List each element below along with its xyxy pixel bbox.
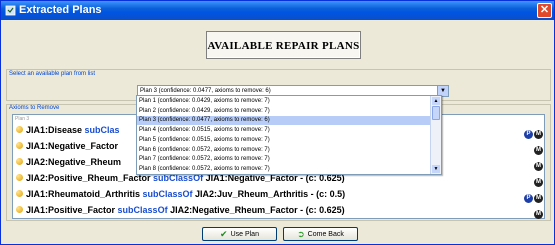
- close-icon[interactable]: ✕: [537, 3, 552, 18]
- bullet-icon: [16, 206, 23, 213]
- axiom-left: JIA1:Negative_Factor: [26, 141, 119, 151]
- page-title: AVAILABLE REPAIR PLANS: [206, 31, 361, 59]
- window-icon: [5, 5, 16, 16]
- axiom-left: JIA1:Positive_Factor: [26, 205, 118, 215]
- bullet-icon: [16, 158, 23, 165]
- check-icon: ✔: [220, 229, 228, 239]
- dropdown-option[interactable]: Plan 4 (confidence: 0.0515, axioms to re…: [137, 126, 430, 135]
- m-badge-icon[interactable]: M: [534, 146, 543, 155]
- scroll-thumb[interactable]: [432, 106, 440, 120]
- title-bar[interactable]: Extracted Plans ✕: [1, 1, 554, 20]
- window-title: Extracted Plans: [19, 4, 102, 16]
- plan-select-label: Select an available plan from list: [9, 71, 96, 77]
- extracted-plans-window: Extracted Plans ✕ AVAILABLE REPAIR PLANS…: [0, 0, 555, 245]
- dropdown-option[interactable]: Plan 3 (confidence: 0.0477, axioms to re…: [137, 116, 430, 126]
- scroll-up-icon[interactable]: ▲: [432, 97, 440, 105]
- dropdown-option[interactable]: Plan 8 (confidence: 0.0572, axioms to re…: [137, 165, 430, 174]
- bullet-icon: [16, 126, 23, 133]
- m-badge-icon[interactable]: M: [534, 162, 543, 171]
- axiom-badges: PM: [523, 189, 543, 203]
- come-back-label: Come Back: [307, 231, 344, 238]
- m-badge-icon[interactable]: M: [534, 194, 543, 203]
- dropdown-scrollbar[interactable]: ▲ ▼: [430, 96, 441, 174]
- axioms-list-header: Plan 3: [15, 116, 30, 122]
- axiom-badges: M: [533, 173, 543, 187]
- axiom-badges: M: [533, 157, 543, 171]
- come-back-button[interactable]: ➲ Come Back: [283, 227, 358, 241]
- back-arrow-icon: ➲: [297, 229, 305, 239]
- axiom-left: JIA2:Negative_Rheum: [26, 157, 122, 167]
- axiom-right: JIA2:Juv_Rheum_Arthritis - (c: 0.5): [192, 189, 346, 199]
- axiom-right: JIA2:Negative_Rheum_Factor - (c: 0.625): [167, 205, 345, 215]
- axiom-row[interactable]: JIA1:Rheumatoid_Arthritis subClassOf JIA…: [16, 187, 543, 203]
- dropdown-option[interactable]: Plan 1 (confidence: 0.0429, axioms to re…: [137, 97, 430, 106]
- dropdown-option[interactable]: Plan 5 (confidence: 0.0515, axioms to re…: [137, 136, 430, 145]
- axiom-keyword: subClas: [84, 125, 120, 135]
- m-badge-icon[interactable]: M: [534, 130, 543, 139]
- use-plan-label: Use Plan: [230, 231, 259, 238]
- axiom-left: JIA1:Rheumatoid_Arthritis: [26, 189, 143, 199]
- bullet-icon: [16, 190, 23, 197]
- dropdown-option[interactable]: Plan 2 (confidence: 0.0429, axioms to re…: [137, 107, 430, 116]
- bullet-icon: [16, 142, 23, 149]
- plan-combobox-value: Plan 3 (confidence: 0.0477, axioms to re…: [140, 88, 271, 94]
- plan-dropdown-list[interactable]: Plan 1 (confidence: 0.0429, axioms to re…: [136, 95, 442, 175]
- axiom-keyword: subClassOf: [117, 205, 168, 215]
- m-badge-icon[interactable]: M: [534, 178, 543, 187]
- dropdown-option[interactable]: Plan 7 (confidence: 0.0572, axioms to re…: [137, 155, 430, 164]
- axiom-badges: M: [533, 141, 543, 155]
- p-badge-icon[interactable]: P: [524, 130, 533, 139]
- axiom-row[interactable]: JIA1:Positive_Factor subClassOf JIA2:Neg…: [16, 203, 543, 219]
- axiom-left: JIA1:Disease: [26, 125, 85, 135]
- axiom-badges: M: [533, 205, 543, 219]
- axiom-keyword: subClassOf: [142, 189, 193, 199]
- bullet-icon: [16, 174, 23, 181]
- axiom-badges: PM: [523, 125, 543, 139]
- axiom-left: JIA2:Positive_Rheum_Factor: [26, 173, 154, 183]
- axioms-label: Axioms to Remove: [9, 105, 60, 111]
- m-badge-icon[interactable]: M: [534, 210, 543, 219]
- p-badge-icon[interactable]: P: [524, 194, 533, 203]
- scroll-down-icon[interactable]: ▼: [432, 165, 440, 173]
- use-plan-button[interactable]: ✔ Use Plan: [202, 227, 277, 241]
- dropdown-option[interactable]: Plan 6 (confidence: 0.0572, axioms to re…: [137, 146, 430, 155]
